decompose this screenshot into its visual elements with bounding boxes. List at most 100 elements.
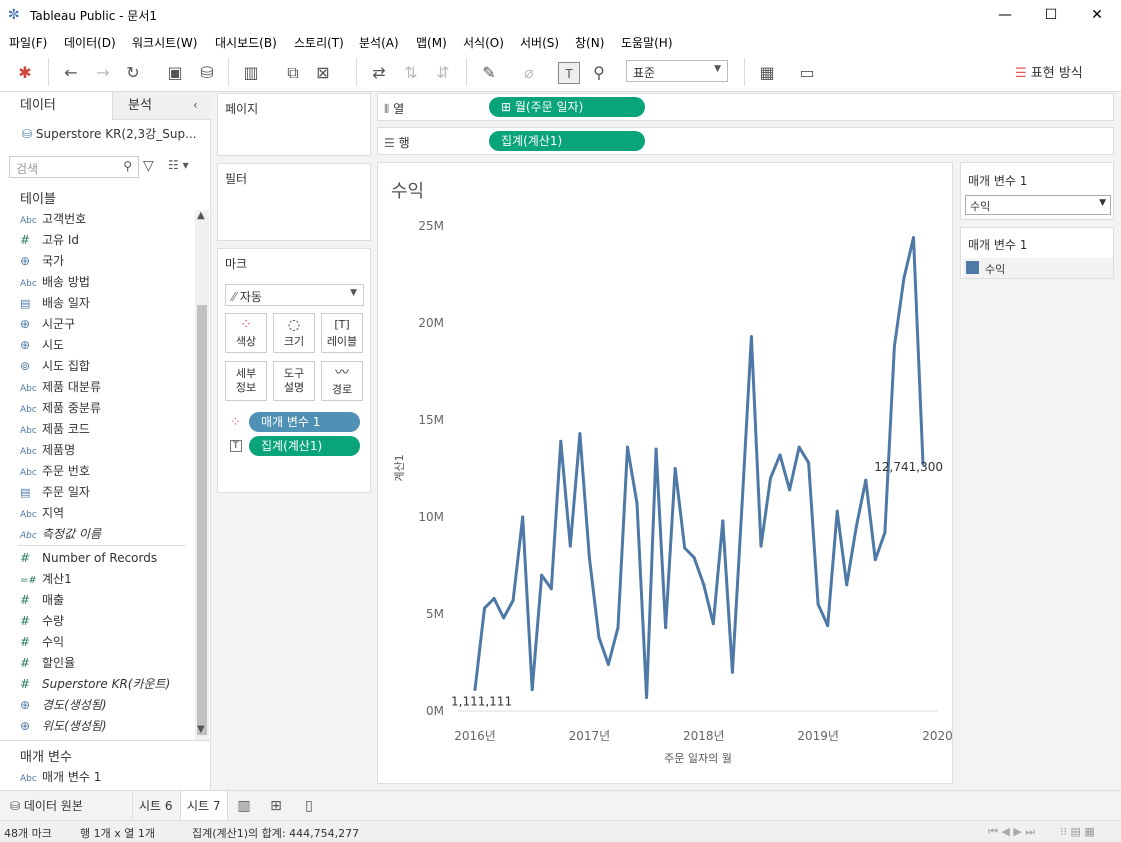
field-item[interactable]: ⊕ 위도(생성됨) bbox=[20, 716, 107, 736]
menu-story[interactable]: 스토리(T) bbox=[294, 34, 344, 51]
field-item[interactable]: # 수량 bbox=[20, 611, 64, 631]
grid-view-icon[interactable]: ⁝⁝ ▤ ▦ bbox=[1060, 825, 1095, 838]
menu-analysis[interactable]: 분석(A) bbox=[359, 34, 399, 51]
scroll-up-icon[interactable]: ▲ bbox=[197, 210, 205, 221]
presentation-icon[interactable]: ▭ bbox=[796, 62, 818, 84]
sort-ascending-icon[interactable]: ⇅ bbox=[400, 62, 422, 84]
size-button[interactable]: ◌ 크기 bbox=[273, 313, 315, 353]
columns-shelf[interactable]: ⦀ 열 ⊞ 월(주문 일자) bbox=[377, 93, 1114, 121]
field-item[interactable]: # 수익 bbox=[20, 632, 64, 652]
search-input[interactable]: 검색 ⚲ bbox=[9, 156, 139, 178]
field-item[interactable]: Abc 제품 대분류 bbox=[20, 377, 101, 397]
show-me-button[interactable]: ☰ 표현 방식 bbox=[1015, 62, 1083, 81]
swap-icon[interactable]: ⇄ bbox=[368, 62, 390, 84]
fit-select[interactable]: 표준 ▼ bbox=[626, 60, 728, 82]
field-item[interactable]: Abc 측정값 이름 bbox=[20, 524, 101, 544]
field-item[interactable]: ⊕ 국가 bbox=[20, 251, 64, 271]
scroll-down-icon[interactable]: ▼ bbox=[197, 724, 205, 735]
field-name: 제품 코드 bbox=[42, 422, 90, 436]
field-item[interactable]: Abc 고객번호 bbox=[20, 209, 86, 229]
tab-data[interactable]: 데이터 bbox=[0, 92, 112, 120]
line-chart[interactable]: 0M 5M 10M 15M 20M 25M 2016년 2017년 2018년 2019년 2020… bbox=[378, 163, 952, 783]
legend-item[interactable]: 수익 bbox=[963, 258, 1113, 278]
string-icon: Abc bbox=[20, 279, 37, 289]
scrollbar-thumb[interactable] bbox=[197, 305, 207, 735]
save-icon[interactable]: ▣ bbox=[164, 62, 186, 84]
tab-sheet-7[interactable]: 시트 7 bbox=[180, 791, 228, 821]
tableau-icon[interactable]: ✱ bbox=[14, 62, 36, 84]
field-item[interactable]: # Superstore KR(카운트) bbox=[20, 674, 170, 694]
tooltip-button[interactable]: 도구 설명 bbox=[273, 361, 315, 401]
parameter-select[interactable]: 수익 ▼ bbox=[965, 195, 1111, 215]
status-marks: 48개 마크 bbox=[4, 827, 52, 840]
menu-dashboard[interactable]: 대시보드(B) bbox=[215, 34, 277, 51]
menu-server[interactable]: 서버(S) bbox=[520, 34, 559, 51]
mark-type-select[interactable]: ⁄⁄ 자동 ▼ bbox=[225, 284, 364, 306]
close-button[interactable]: ✕ bbox=[1074, 0, 1120, 30]
menu-file[interactable]: 파일(F) bbox=[9, 34, 47, 51]
detail-button[interactable]: 세부 정보 bbox=[225, 361, 267, 401]
field-item[interactable]: # 할인율 bbox=[20, 653, 75, 673]
field-item[interactable]: ▤ 주문 일자 bbox=[20, 482, 90, 502]
field-item[interactable]: ⊕ 시도 bbox=[20, 335, 64, 355]
undo-icon[interactable]: ← bbox=[60, 62, 82, 84]
menu-window[interactable]: 창(N) bbox=[575, 34, 604, 51]
pages-card[interactable]: 페이지 bbox=[217, 93, 371, 156]
sort-descending-icon[interactable]: ⇵ bbox=[432, 62, 454, 84]
field-item[interactable]: Abc 제품명 bbox=[20, 440, 75, 460]
group-icon[interactable]: ⌀ bbox=[518, 62, 540, 84]
show-labels-icon[interactable]: T bbox=[558, 62, 580, 84]
rows-shelf[interactable]: ☰ 행 집계(계산1) bbox=[377, 127, 1114, 155]
menu-format[interactable]: 서식(O) bbox=[463, 34, 504, 51]
field-item[interactable]: Abc 주문 번호 bbox=[20, 461, 90, 481]
field-item[interactable]: # 매출 bbox=[20, 590, 64, 610]
cards-icon[interactable]: ▦ bbox=[756, 62, 778, 84]
clear-sheet-icon[interactable]: ⊠ bbox=[312, 62, 334, 84]
label-pill[interactable]: 집계(계산1) bbox=[249, 436, 360, 456]
field-item[interactable]: # 고유 Id bbox=[20, 230, 79, 250]
maximize-button[interactable]: ☐ bbox=[1028, 0, 1074, 30]
field-item[interactable]: Abc 배송 방법 bbox=[20, 272, 90, 292]
new-worksheet-icon[interactable]: ▥ bbox=[240, 62, 262, 84]
label-button[interactable]: [T] 레이블 bbox=[321, 313, 363, 353]
minimize-button[interactable]: — bbox=[982, 0, 1028, 30]
view-options-icon[interactable]: ☷ ▾ bbox=[168, 158, 189, 172]
new-story-tab-icon[interactable]: ▯ bbox=[298, 795, 320, 817]
path-icon: 〰 bbox=[335, 365, 349, 381]
tab-sheet-6[interactable]: 시트 6 bbox=[132, 791, 179, 821]
columns-pill[interactable]: ⊞ 월(주문 일자) bbox=[489, 97, 645, 117]
replay-icon[interactable]: ↻ bbox=[122, 62, 144, 84]
field-item[interactable]: Abc 제품 코드 bbox=[20, 419, 90, 439]
menu-map[interactable]: 맵(M) bbox=[416, 34, 447, 51]
field-item[interactable]: ▤ 배송 일자 bbox=[20, 293, 90, 313]
pin-icon[interactable]: ⚲ bbox=[588, 62, 610, 84]
field-item[interactable]: ⊕ 시군구 bbox=[20, 314, 75, 334]
globe-icon: ⊕ bbox=[20, 317, 31, 331]
field-item[interactable]: ⊕ 경도(생성됨) bbox=[20, 695, 107, 715]
parameter-item[interactable]: Abc 매개 변수 1 bbox=[20, 767, 101, 787]
field-item[interactable]: =# 계산1 bbox=[20, 569, 72, 589]
field-item[interactable]: ⊚ 시도 집합 bbox=[20, 356, 90, 376]
sheet-nav-icon[interactable]: ⏮ ◀ ▶ ⏭ bbox=[988, 825, 1035, 839]
new-worksheet-tab-icon[interactable]: ▥ bbox=[233, 795, 255, 817]
menu-help[interactable]: 도움말(H) bbox=[621, 34, 673, 51]
filter-icon[interactable]: ▽ bbox=[143, 158, 154, 174]
filters-card[interactable]: 필터 bbox=[217, 163, 371, 241]
color-pill[interactable]: 매개 변수 1 bbox=[249, 412, 360, 432]
duplicate-sheet-icon[interactable]: ⧉ bbox=[282, 62, 304, 84]
field-item[interactable]: Abc 지역 bbox=[20, 503, 64, 523]
rows-pill[interactable]: 집계(계산1) bbox=[489, 131, 645, 151]
field-item[interactable]: Abc 제품 중분류 bbox=[20, 398, 101, 418]
tab-datasource[interactable]: ⛁ 데이터 원본 bbox=[4, 791, 89, 821]
menu-data[interactable]: 데이터(D) bbox=[64, 34, 116, 51]
path-button[interactable]: 〰 경로 bbox=[321, 361, 363, 401]
new-datasource-icon[interactable]: ⛁ bbox=[196, 62, 218, 84]
highlight-icon[interactable]: ✎ bbox=[478, 62, 500, 84]
datasource-item[interactable]: ⛁ Superstore KR(2,3강_Sup... bbox=[22, 125, 197, 142]
color-button[interactable]: ⁘ 색상 bbox=[225, 313, 267, 353]
field-item[interactable]: # Number of Records bbox=[20, 548, 157, 568]
redo-icon[interactable]: → bbox=[92, 62, 114, 84]
menu-worksheet[interactable]: 워크시트(W) bbox=[132, 34, 197, 51]
new-dashboard-tab-icon[interactable]: ⊞ bbox=[265, 795, 287, 817]
collapse-pane-icon[interactable]: ‹ bbox=[193, 98, 198, 112]
